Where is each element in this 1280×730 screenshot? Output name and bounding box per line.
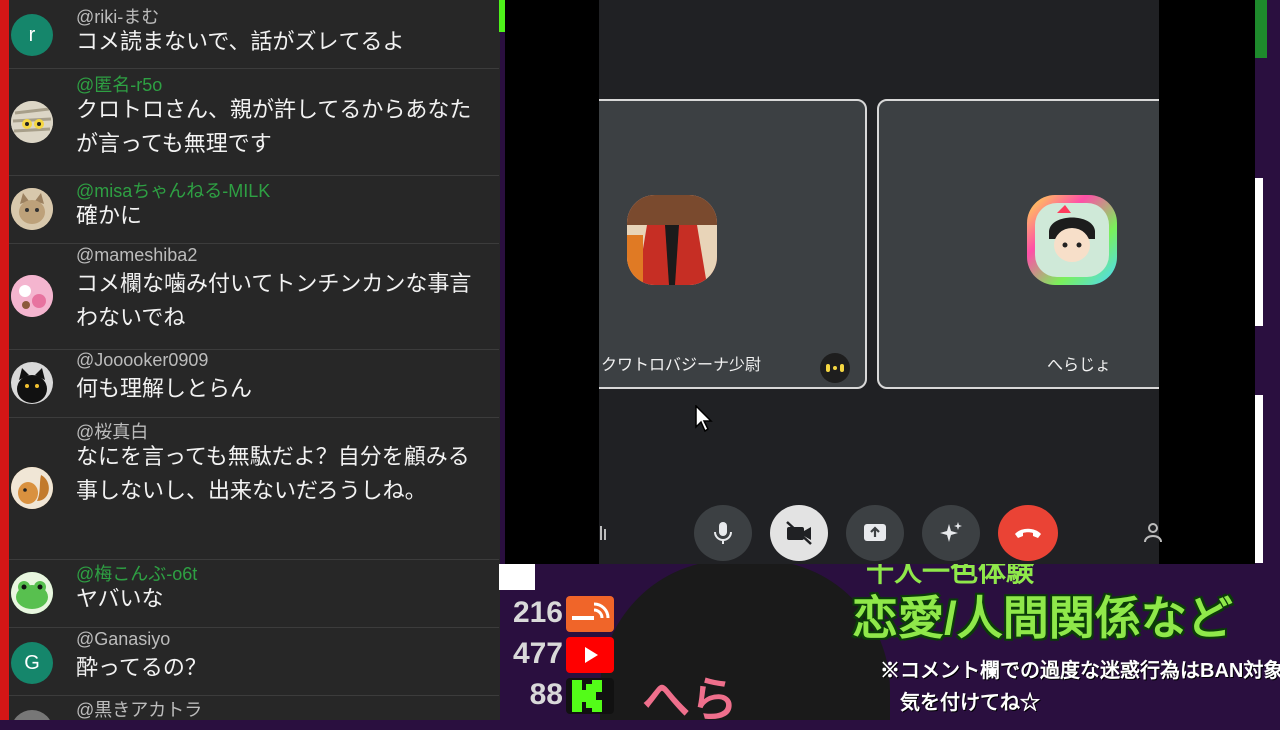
avatar <box>11 101 53 143</box>
people-icon[interactable] <box>1141 520 1165 544</box>
video-call-window[interactable]: クワトロバジーナ少尉 へらじょ <box>505 0 1255 564</box>
chat-author[interactable]: @黒きアカトラ <box>76 696 202 720</box>
chat-message: G @Ganasiyo 酔ってるの？ <box>9 628 499 696</box>
chat-text: なにを言っても無駄だよ？自分を顧みる事しないし、出来ないだろうしね。 <box>76 445 470 504</box>
chat-text: コメ欄な噛み付いてトンチンカンな事言わないでね <box>76 272 472 331</box>
viewer-count-kick: 88 <box>529 678 563 711</box>
avatar <box>11 710 53 720</box>
camera-off-icon <box>786 521 812 545</box>
white-strip <box>1255 178 1263 326</box>
participant-avatar <box>627 195 717 285</box>
viewer-count-rss: 216 <box>512 596 563 629</box>
banner-main-line: 恋愛/人間関係など <box>852 592 1233 644</box>
chat-text: クロトロさん、親が許してるからあなたが言っても無理です <box>76 98 472 157</box>
chat-message: @黒きアカトラ <box>9 696 499 720</box>
mic-icon <box>714 522 732 544</box>
chat-message: @梅こんぶ-o6t ヤバいな <box>9 560 499 628</box>
mouse-cursor-icon <box>694 404 714 437</box>
pink-avatar-icon <box>11 275 53 317</box>
participant-avatar <box>1027 195 1117 285</box>
present-button[interactable] <box>846 505 904 561</box>
participant-photo <box>627 195 717 285</box>
chat-author[interactable]: @mameshiba2 <box>76 245 197 266</box>
effects-button[interactable] <box>922 505 980 561</box>
avatar <box>11 362 53 404</box>
squirrel-avatar-icon <box>11 467 53 509</box>
avatar <box>11 275 53 317</box>
participant-name: へらじょ <box>1047 355 1112 374</box>
chat-author[interactable]: @Ganasiyo <box>76 629 170 650</box>
hangup-icon <box>1015 528 1041 538</box>
present-icon <box>864 524 886 541</box>
frog-avatar-icon <box>11 572 53 614</box>
ban-notice: ※コメント欄での過度な迷惑行為はBAN対象 <box>880 660 1280 682</box>
avatar <box>11 467 53 509</box>
participant-tile[interactable]: へらじょ <box>877 99 1159 389</box>
chat-author[interactable]: @Jooooker0909 <box>76 350 208 371</box>
rss-icon <box>566 596 614 632</box>
mummy-avatar-icon <box>11 101 53 143</box>
chat-message: @misaちゃんねる-MILK 確かに <box>9 176 499 244</box>
ban-notice-sub: 気を付けてね☆ <box>900 692 1040 714</box>
chat-text: 酔ってるの？ <box>76 656 207 681</box>
chat-text: 確かに <box>76 204 143 229</box>
chat-message: @匿名-r5o クロトロさん、親が許してるからあなたが言っても無理です <box>9 69 499 176</box>
kick-icon <box>566 678 614 714</box>
white-strip <box>1255 395 1263 563</box>
hangup-button[interactable] <box>998 505 1058 561</box>
cat-avatar-icon <box>11 188 53 230</box>
chat-side-bar <box>0 0 9 720</box>
call-stage: クワトロバジーナ少尉 へらじょ <box>599 0 1159 564</box>
hand-icon[interactable] <box>599 520 613 544</box>
participant-name: クワトロバジーナ少尉 <box>601 355 762 374</box>
green-accent-bar <box>1255 0 1267 58</box>
chat-text: 何も理解しとらん <box>76 377 253 402</box>
sparkle-icon <box>940 522 962 542</box>
speaking-indicator-icon <box>820 353 850 383</box>
avatar <box>11 188 53 230</box>
participant-tile[interactable]: クワトロバジーナ少尉 <box>599 99 867 389</box>
white-box <box>499 564 535 590</box>
black-cat-avatar-icon <box>11 362 53 404</box>
avatar <box>11 572 53 614</box>
youtube-icon <box>566 637 614 673</box>
participant-photo <box>1035 203 1109 277</box>
chat-text: ヤバいな <box>76 587 164 612</box>
chat-text: コメ読まないで、話がズレてるよ <box>76 30 405 55</box>
live-chat-panel[interactable]: r @riki-まむ コメ読まないで、話がズレてるよ @匿名-r5o クロトロさ… <box>0 0 500 720</box>
camera-button[interactable] <box>770 505 828 561</box>
viewer-count-youtube: 477 <box>512 637 563 670</box>
chat-message: @Jooooker0909 何も理解しとらん <box>9 350 499 418</box>
chat-message: @桜真白 なにを言っても無駄だよ？自分を顧みる事しないし、出来ないだろうしね。 <box>9 418 499 560</box>
mic-button[interactable] <box>694 505 752 561</box>
chat-message: @mameshiba2 コメ欄な噛み付いてトンチンカンな事言わないでね <box>9 244 499 350</box>
avatar: r <box>11 14 53 56</box>
chat-message: r @riki-まむ コメ読まないで、話がズレてるよ <box>9 0 499 69</box>
avatar: G <box>11 642 53 684</box>
